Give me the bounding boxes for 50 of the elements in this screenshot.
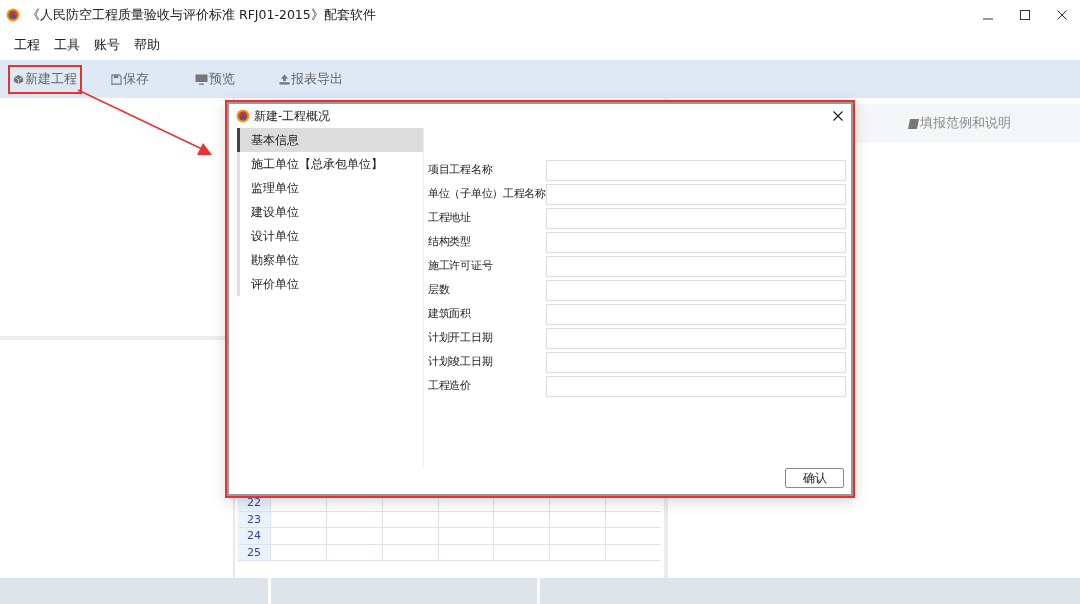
field-label: 工程地址 <box>428 211 472 225</box>
nav-item[interactable]: 设计单位 <box>237 224 423 248</box>
toolbar-button[interactable]: 保存 <box>106 64 166 94</box>
input-field[interactable] <box>546 183 846 205</box>
row-number: 24 <box>238 528 270 544</box>
input-field[interactable] <box>546 351 846 373</box>
close-icon[interactable] <box>833 110 843 121</box>
field-label: 工程造价 <box>428 379 472 393</box>
field-label: 计划开工日期 <box>428 331 494 345</box>
close-icon[interactable] <box>1056 10 1067 20</box>
cube-icon <box>13 73 24 85</box>
menu-item[interactable]: 工具 <box>54 36 80 54</box>
input-field[interactable] <box>546 159 846 181</box>
field-label: 层数 <box>428 283 451 297</box>
monitor-icon <box>195 73 208 85</box>
nav-item[interactable]: 勘察单位 <box>237 248 423 272</box>
menu-item[interactable]: 账号 <box>94 36 120 54</box>
upload-icon <box>279 73 290 85</box>
logo-icon <box>6 8 20 22</box>
maximize-icon[interactable] <box>1019 10 1030 20</box>
nav-item[interactable]: 监理单位 <box>237 176 423 200</box>
field-label: 计划竣工日期 <box>428 355 494 369</box>
dialog-title: 新建-工程概况 <box>254 108 332 124</box>
minimize-icon[interactable] <box>982 18 993 20</box>
input-field[interactable] <box>546 255 846 277</box>
input-field[interactable] <box>546 231 846 253</box>
input-field[interactable] <box>546 207 846 229</box>
input-field[interactable] <box>546 279 846 301</box>
field-label: 建筑面积 <box>428 307 472 321</box>
menu-item[interactable]: 帮助 <box>134 36 160 54</box>
nav-item[interactable]: 基本信息 <box>237 128 423 152</box>
logo-icon <box>236 109 250 123</box>
confirm-button[interactable]: 确认 <box>785 468 844 488</box>
toolbar-button[interactable]: 报表导出 <box>274 64 348 94</box>
window-title: 《人民防空工程质量验收与评价标准 RFJ01-2015》配套软件 <box>27 6 377 24</box>
field-label: 结构类型 <box>428 235 472 249</box>
input-field[interactable] <box>546 327 846 349</box>
menu-item[interactable]: 工程 <box>14 36 40 54</box>
help-title: 填报范例和说明 <box>920 115 1011 132</box>
nav-item[interactable]: 建设单位 <box>237 200 423 224</box>
toolbar-button[interactable]: 新建工程 <box>8 64 82 94</box>
nav-item[interactable]: 施工单位【总承包单位】 <box>237 152 423 176</box>
input-field[interactable] <box>546 303 846 325</box>
book-icon <box>908 118 919 129</box>
field-label: 施工许可证号 <box>428 259 494 273</box>
field-label: 单位（子单位）工程名称 <box>428 187 546 201</box>
nav-item[interactable]: 评价单位 <box>237 272 423 296</box>
field-label: 项目工程名称 <box>428 163 494 177</box>
input-field[interactable] <box>546 375 846 397</box>
toolbar-button[interactable]: 预览 <box>190 64 250 94</box>
